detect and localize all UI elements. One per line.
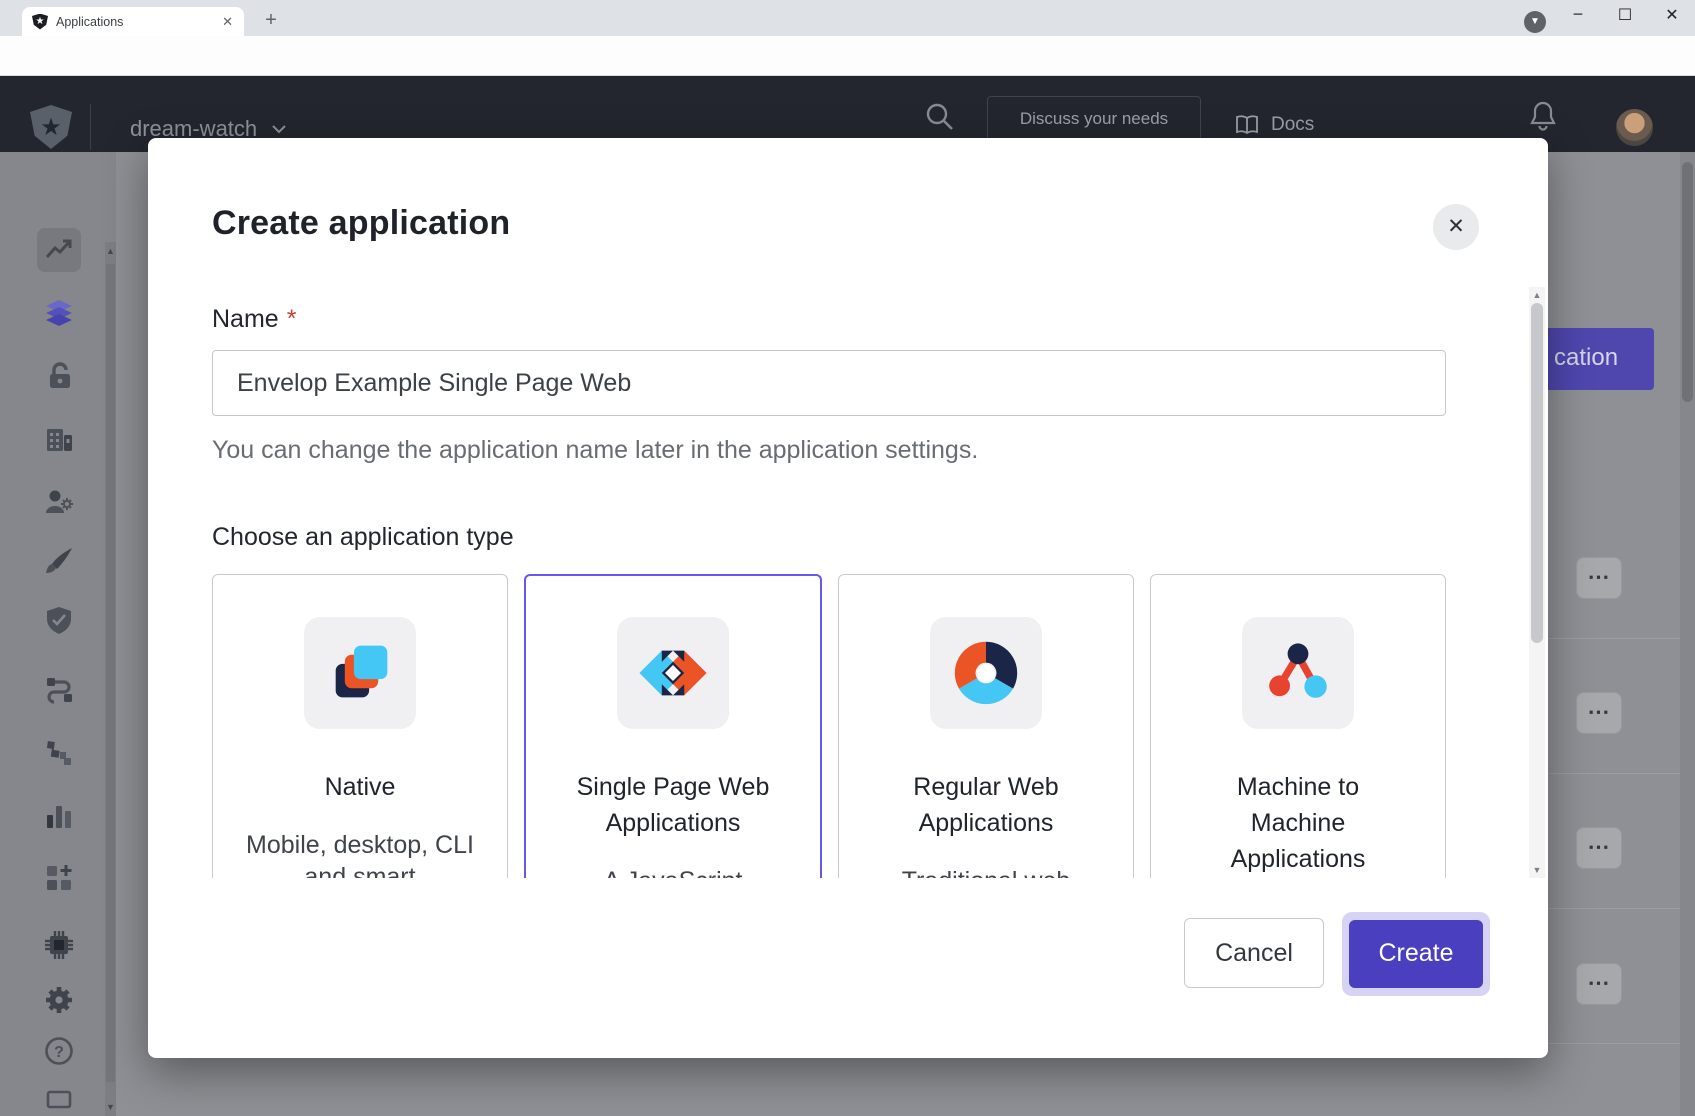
row-menu-button[interactable]: ⋯	[1576, 557, 1622, 599]
auth0-logo-icon[interactable]: ★	[30, 105, 72, 149]
sidebar-item-user-management[interactable]	[44, 487, 74, 517]
card-title: Regular Web Applications	[864, 769, 1109, 841]
card-machine-to-machine[interactable]: Machine to Machine Applications	[1150, 574, 1446, 878]
cancel-button[interactable]: Cancel	[1184, 918, 1324, 988]
page-scrollbar[interactable]	[1680, 152, 1695, 1116]
tab-close-icon[interactable]: ✕	[219, 14, 236, 30]
application-type-cards: Native Mobile, desktop, CLI and smart	[212, 574, 1446, 878]
card-description: Mobile, desktop, CLI and smart	[245, 829, 475, 878]
sidebar-item-marketplace[interactable]	[44, 863, 74, 893]
sidebar-item-branding[interactable]	[44, 546, 74, 576]
sidebar-item-security[interactable]	[44, 605, 74, 635]
header-divider	[90, 104, 91, 150]
chevron-down-icon	[271, 124, 287, 134]
sidebar-item-settings[interactable]	[44, 985, 74, 1015]
sidebar-item-actions[interactable]	[44, 675, 74, 705]
sidebar-item-organizations[interactable]	[44, 424, 74, 454]
name-label: Name*	[212, 305, 1446, 334]
card-native[interactable]: Native Mobile, desktop, CLI and smart	[212, 574, 508, 878]
sidebar-scrollbar[interactable]: ▲ ▼	[105, 242, 116, 1116]
modal-close-button[interactable]: ✕	[1433, 204, 1479, 250]
discuss-your-needs-button[interactable]: Discuss your needs	[987, 96, 1201, 142]
sidebar-item-auth-pipeline[interactable]	[44, 738, 74, 768]
user-avatar[interactable]	[1616, 109, 1653, 146]
sidebar-item-authentication[interactable]	[44, 361, 74, 391]
auth0-favicon-icon: ★	[32, 14, 48, 30]
book-icon	[1235, 115, 1259, 135]
sidebar-item-help[interactable]: ?	[44, 1036, 74, 1066]
regular-web-icon	[930, 617, 1042, 729]
search-icon[interactable]	[924, 101, 956, 133]
native-icon	[304, 617, 416, 729]
window-maximize-button[interactable]: ☐	[1602, 0, 1648, 32]
sidebar-item-extensions[interactable]	[44, 930, 74, 960]
window-titlebar: ★ Applications ✕ + ▼ ─ ☐ ✕	[0, 0, 1695, 36]
row-menu-button[interactable]: ⋯	[1576, 963, 1622, 1005]
sidebar-nav: ? ▲ ▼	[0, 152, 116, 1116]
modal-body: Name* You can change the application nam…	[148, 287, 1548, 878]
card-title: Machine to Machine Applications	[1208, 769, 1388, 877]
window-minimize-button[interactable]: ─	[1555, 0, 1601, 32]
modal-title: Create application	[212, 204, 510, 243]
card-title: Native	[238, 769, 483, 805]
spa-icon	[617, 617, 729, 729]
sidebar-item-activity[interactable]	[44, 235, 74, 265]
chrome-update-icon[interactable]: ▼	[1524, 11, 1546, 33]
row-menu-button[interactable]: ⋯	[1576, 692, 1622, 734]
card-description: Traditional web	[871, 865, 1101, 878]
browser-tab[interactable]: ★ Applications ✕	[22, 7, 244, 36]
svg-text:?: ?	[54, 1044, 64, 1061]
card-title: Single Page Web Applications	[551, 769, 796, 841]
modal-scrollbar[interactable]: ▲ ▼	[1529, 287, 1545, 878]
card-single-page-web[interactable]: Single Page Web Applications A JavaScrip…	[524, 574, 822, 878]
create-button[interactable]: Create	[1349, 920, 1483, 988]
card-description: A JavaScript	[558, 865, 788, 878]
sidebar-item-get-started[interactable]	[44, 1088, 74, 1116]
notifications-bell-icon[interactable]	[1528, 100, 1558, 132]
application-type-heading: Choose an application type	[212, 523, 1446, 552]
window-close-button[interactable]: ✕	[1649, 0, 1695, 32]
sidebar-item-applications[interactable]	[44, 298, 74, 328]
create-button-focus-ring: Create	[1342, 912, 1490, 996]
name-help-text: You can change the application name late…	[212, 436, 1446, 465]
required-asterisk: *	[287, 305, 297, 333]
docs-link[interactable]: Docs	[1235, 114, 1314, 136]
new-tab-button[interactable]: +	[258, 8, 284, 34]
row-menu-button[interactable]: ⋯	[1576, 827, 1622, 869]
tab-title: Applications	[56, 15, 219, 29]
card-regular-web[interactable]: Regular Web Applications Traditional web	[838, 574, 1134, 878]
create-application-modal: Create application ✕ Name* You can chang…	[148, 138, 1548, 1058]
application-name-input[interactable]	[212, 350, 1446, 416]
m2m-icon	[1242, 617, 1354, 729]
browser-toolbar: ← → ⟳ manage.auth0.com/dashboard/eu/drea…	[0, 36, 1695, 76]
sidebar-item-monitoring[interactable]	[44, 801, 74, 831]
